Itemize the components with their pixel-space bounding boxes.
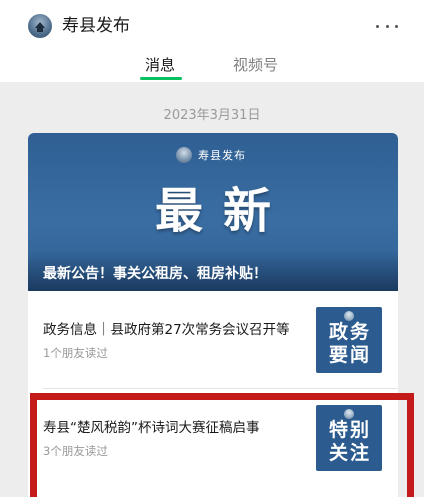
cover-article[interactable]: 寿县发布 最新 最新公告！事关公租房、租房补贴！ — [28, 133, 398, 291]
cover-title: 最新公告！事关公租房、租房补贴！ — [43, 266, 267, 282]
pagoda-logo-icon — [176, 147, 192, 163]
top-bar: 寿县发布 消息 视频号 — [0, 0, 424, 82]
more-dots-icon[interactable] — [376, 14, 398, 38]
cover-hero-text: 最新 — [154, 183, 291, 239]
tab-messages[interactable]: 消息 — [145, 55, 175, 75]
pagoda-logo-icon — [344, 311, 354, 321]
list-item[interactable]: 政务信息｜县政府第27次常务会议召开等 1个朋友读过 政务 要闻 — [28, 291, 398, 387]
friends-read-count: 1个朋友读过 — [43, 346, 108, 360]
cover-logo-text: 寿县发布 — [198, 149, 246, 162]
cover-logo: 寿县发布 — [176, 147, 246, 163]
article-title: 政务信息｜县政府第27次常务会议召开等 — [43, 322, 290, 338]
highlight-frame — [30, 393, 414, 497]
message-date: 2023年3月31日 — [163, 108, 261, 123]
active-tab-indicator — [140, 77, 182, 80]
tab-channels[interactable]: 视频号 — [233, 55, 278, 75]
thumbnail-text: 政务 要闻 — [328, 321, 371, 366]
pagoda-avatar-icon[interactable] — [28, 14, 52, 38]
article-thumbnail: 政务 要闻 — [316, 307, 382, 373]
account-name[interactable]: 寿县发布 — [62, 14, 130, 38]
